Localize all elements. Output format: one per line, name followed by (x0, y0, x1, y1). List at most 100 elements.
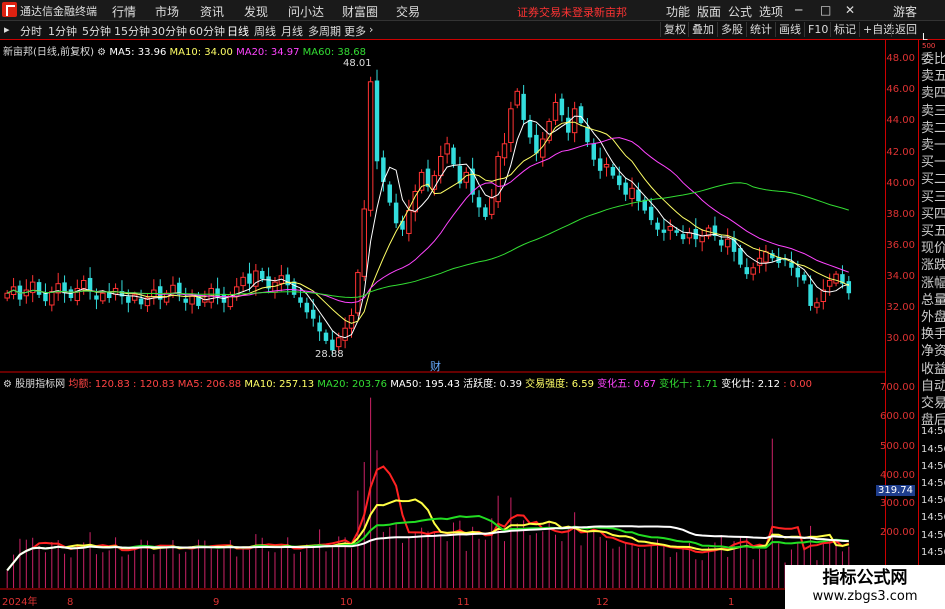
ma5-line (6, 115, 849, 339)
moving-average-lines (6, 115, 850, 339)
candle-body (49, 291, 55, 306)
window-close-icon[interactable]: ✕ (845, 3, 855, 17)
candle-body (610, 167, 616, 176)
tab-weekly[interactable]: 周线 (254, 23, 276, 39)
ind-axis-200: 200.00 (880, 527, 915, 538)
ind-axis-300: 300.00 (880, 498, 915, 509)
tab-1min[interactable]: 1分钟 (48, 23, 77, 39)
indicator-gear-icon[interactable]: ⚙ (3, 379, 12, 390)
candle-body (699, 235, 705, 243)
sidepanel-row: 买一 (921, 155, 945, 171)
toolbar-menu-icon[interactable]: ▸ (4, 23, 10, 36)
btn-back[interactable]: 返回 (891, 22, 920, 37)
candle-body (534, 134, 539, 154)
candle-body (597, 158, 603, 171)
btn-f10[interactable]: F10 (804, 22, 831, 37)
more-chevron-icon[interactable]: › (369, 23, 373, 36)
event-marker[interactable]: 财 (430, 358, 441, 374)
sidepanel-row[interactable]: 盘后 (921, 409, 945, 428)
menu-gongshi[interactable]: 公式 (728, 3, 752, 20)
tab-30min[interactable]: 30分钟 (151, 23, 187, 39)
chart-canvas[interactable] (0, 40, 885, 597)
menu-bar: 通达信金融终端 行情 市场 资讯 发现 问小达 财富圈 交易 证券交易未登录 新… (0, 0, 945, 21)
menu-xuanxiang[interactable]: 选项 (759, 3, 783, 20)
candle-body (400, 220, 405, 230)
window-maximize-icon[interactable]: □ (820, 3, 831, 17)
candle-body (183, 298, 188, 303)
ma20-label: MA20: 34.97 (236, 47, 300, 58)
menu-hangqing[interactable]: 行情 (112, 3, 136, 20)
sidepanel-row: 14:56 (921, 512, 945, 524)
candle-body (367, 81, 374, 211)
sidepanel-row: 换手 (921, 327, 945, 343)
tab-daily[interactable]: 日线 (227, 23, 249, 39)
axis-38: 38.00 (886, 209, 915, 220)
tab-60min[interactable]: 60分钟 (189, 23, 225, 39)
menu-gongneng[interactable]: 功能 (666, 3, 690, 20)
menu-shichang[interactable]: 市场 (155, 3, 179, 20)
btn-huaxian[interactable]: 画线 (775, 22, 804, 37)
ind-ma10: MA10: 257.13 (244, 379, 315, 390)
candle-body (451, 147, 456, 165)
axis-30: 30.00 (886, 333, 915, 344)
sidepanel-row: 卖四 (921, 86, 945, 102)
tab-multi-period[interactable]: 多周期 (308, 23, 341, 39)
candle-body (291, 281, 297, 295)
ind-bianhuawu: 变化五: 0.67 (597, 379, 656, 390)
menu-faxian[interactable]: 发现 (244, 3, 268, 20)
candle-body (374, 80, 380, 162)
candle-body (750, 267, 756, 275)
indicator-name[interactable]: 股朋指标网 (15, 379, 65, 390)
menu-wenxiaoda[interactable]: 问小达 (288, 3, 324, 20)
app-logo-icon (2, 2, 17, 17)
date-jan: 1 (728, 597, 735, 608)
candle-body (814, 302, 820, 308)
btn-diejia[interactable]: 叠加 (688, 22, 717, 37)
menu-jiaoyi[interactable]: 交易 (396, 3, 420, 20)
candle-body (521, 93, 526, 120)
candle-body (138, 298, 144, 305)
tab-fenshi[interactable]: 分时 (20, 23, 42, 39)
guest-label[interactable]: 游客 (893, 3, 917, 20)
sidepanel-row: 现价 (921, 241, 945, 257)
sidepanel-row: 卖二 (921, 120, 945, 136)
candle-body (617, 175, 622, 186)
sidepanel-row: 14:56 (921, 460, 945, 472)
candle-body (603, 163, 610, 168)
ind-junyue: 均额: 120.83 : 120.83 (68, 379, 175, 390)
axis-44: 44.00 (886, 115, 915, 126)
high-label: 48.01 (343, 58, 372, 69)
app-title: 通达信金融终端 (20, 5, 97, 18)
btn-tongji[interactable]: 统计 (746, 22, 775, 37)
watermark-title: 指标公式网 (822, 568, 908, 588)
candle-body (215, 288, 220, 297)
login-warning[interactable]: 证券交易未登录 (517, 4, 594, 20)
indicator-legend: ⚙ 股朋指标网 均额: 120.83 : 120.83 MA5: 206.88 … (3, 375, 812, 390)
sidepanel-row: 买二 (921, 172, 945, 188)
candle-body (4, 292, 10, 299)
tab-15min[interactable]: 15分钟 (114, 23, 150, 39)
btn-fuquan[interactable]: 复权 (660, 22, 689, 37)
sidepanel-row[interactable]: 交易 (921, 392, 945, 411)
menu-caifuquan[interactable]: 财富圈 (342, 3, 378, 20)
candle-body (476, 197, 482, 208)
tab-monthly[interactable]: 月线 (281, 23, 303, 39)
tab-more[interactable]: 更多 (344, 23, 366, 39)
sidepanel-row[interactable]: 自动 (921, 375, 945, 394)
btn-duogu[interactable]: 多股 (717, 22, 746, 37)
date-oct: 10 (340, 597, 353, 608)
menu-zixun[interactable]: 资讯 (200, 3, 224, 20)
gear-icon[interactable]: ⚙ (97, 47, 106, 58)
period-toolbar: ▸ 分时 1分钟 5分钟 15分钟 30分钟 60分钟 日线 周线 月线 多周期… (0, 21, 945, 40)
tab-5min[interactable]: 5分钟 (82, 23, 111, 39)
btn-biaoji[interactable]: 标记 (830, 22, 859, 37)
candle-body (406, 210, 412, 234)
sidepanel-row: 卖一 (921, 138, 945, 153)
candle-body (559, 98, 565, 116)
window-minimize-icon[interactable]: ─ (795, 3, 802, 17)
sidepanel-row: 卖三 (921, 103, 945, 119)
menu-banmian[interactable]: 版面 (697, 3, 721, 20)
candle-body (623, 182, 628, 195)
ma5-label: MA5: 33.96 (109, 47, 167, 58)
candle-body (298, 297, 303, 303)
